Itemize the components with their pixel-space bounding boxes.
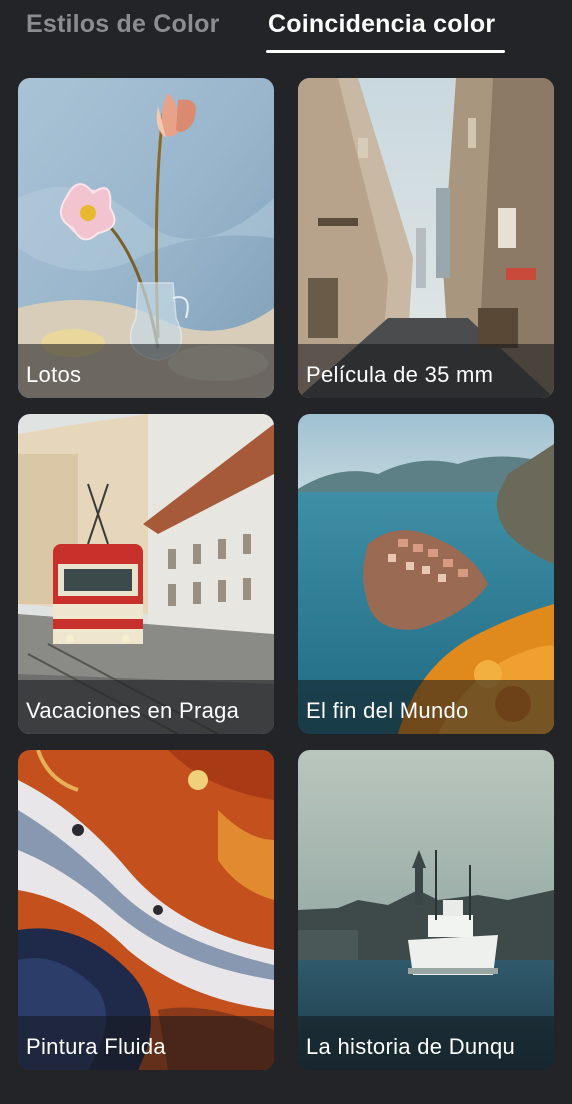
tab-color-match[interactable]: Coincidencia color (268, 10, 495, 39)
active-tab-indicator (266, 50, 505, 53)
style-card-fin-del-mundo[interactable]: El fin del Mundo (298, 414, 554, 734)
style-card-praga[interactable]: Vacaciones en Praga (18, 414, 274, 734)
card-title: Pintura Fluida (26, 1034, 166, 1059)
card-title: El fin del Mundo (306, 698, 469, 723)
card-title: La historia de Dunqu (306, 1034, 516, 1059)
style-card-35mm[interactable]: Película de 35 mm (298, 78, 554, 398)
card-title: Vacaciones en Praga (26, 698, 240, 723)
style-card-lotos[interactable]: Lotos (18, 78, 274, 398)
tab-bar: Estilos de Color Coincidencia color (0, 0, 572, 60)
style-card-historia-dunqu[interactable]: La historia de Dunqu (298, 750, 554, 1070)
style-card-pintura-fluida[interactable]: Pintura Fluida (18, 750, 274, 1070)
tab-color-styles[interactable]: Estilos de Color (26, 10, 220, 39)
card-title: Película de 35 mm (306, 362, 494, 387)
card-title: Lotos (26, 362, 82, 387)
